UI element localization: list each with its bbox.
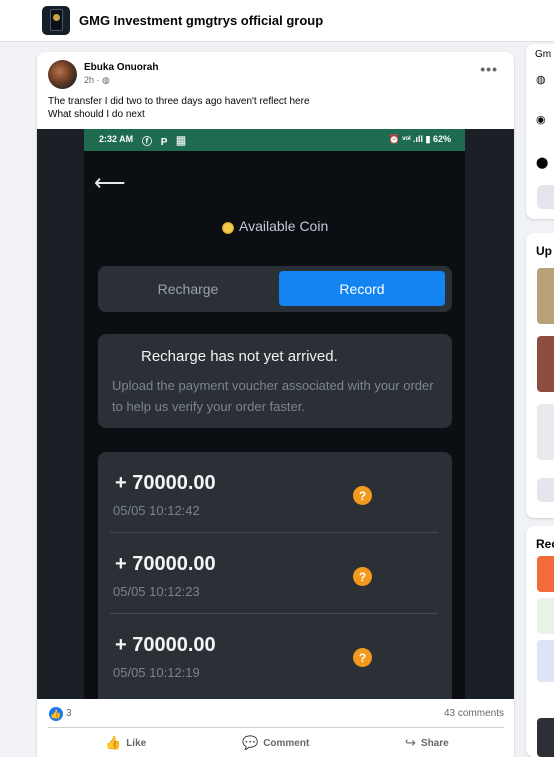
- recent-heading: Rec: [536, 537, 554, 551]
- post-text: The transfer I did two to three days ago…: [48, 95, 310, 121]
- share-label: Share: [420, 737, 449, 749]
- post-text-line: The transfer I did two to three days ago…: [48, 96, 310, 107]
- recharge-record-tabs: Recharge Record: [98, 266, 452, 312]
- available-coin-label: Available Coin: [239, 218, 329, 234]
- post-image[interactable]: 2:32 AM ⓕ P ▦ ⏰ ᵛᵒˡ .ıll ▮ 62% ⟵ Availab…: [37, 129, 514, 699]
- recent-activity-card: Rec: [526, 526, 554, 757]
- recent-media-card: Up: [526, 233, 554, 518]
- record-amount: + 70000.00: [115, 553, 216, 575]
- location-pin-icon: ⬤: [536, 157, 549, 169]
- divider: [48, 727, 504, 728]
- eye-icon: ◉: [536, 114, 546, 126]
- recent-thumbnail[interactable]: [537, 718, 554, 757]
- record-time: 05/05 10:12:19: [113, 665, 200, 680]
- post-timestamp[interactable]: 2h · ◍: [84, 75, 110, 86]
- about-card: Gm ◍ ◉ ⬤: [526, 44, 554, 219]
- globe-icon: ◍: [102, 75, 110, 85]
- media-thumbnail[interactable]: [537, 404, 554, 460]
- post-text-line: What should I do next: [48, 109, 145, 120]
- media-heading: Up: [536, 244, 552, 258]
- group-header: GMG Investment gmgtrys official group: [0, 0, 554, 42]
- record-item: + 70000.00 05/05 10:12:42 ?: [98, 452, 452, 533]
- notice-body: Upload the payment voucher associated wi…: [112, 378, 434, 414]
- record-amount: + 70000.00: [115, 472, 216, 494]
- comment-count[interactable]: 43 comments: [444, 708, 504, 719]
- author-avatar[interactable]: [48, 60, 77, 89]
- notice-title: Recharge has not yet arrived.: [141, 348, 338, 365]
- thumbs-up-icon: 👍: [105, 735, 122, 750]
- globe-icon: ◍: [536, 74, 546, 86]
- time-separator: ·: [96, 75, 100, 85]
- status-icons: ⓕ P ▦: [142, 137, 190, 148]
- recent-thumbnail[interactable]: [537, 598, 554, 634]
- group-avatar[interactable]: [42, 6, 70, 35]
- status-right: ⏰ ᵛᵒˡ .ıll ▮ 62%: [388, 134, 451, 144]
- media-thumbnail[interactable]: [537, 336, 554, 392]
- like-label: Like: [126, 737, 147, 749]
- share-arrow-icon: ↪: [405, 735, 416, 750]
- status-bar: 2:32 AM ⓕ P ▦ ⏰ ᵛᵒˡ .ıll ▮ 62%: [84, 129, 465, 151]
- help-icon: ?: [353, 648, 372, 667]
- like-button[interactable]: 👍 Like: [105, 732, 146, 754]
- post-time: 2h: [84, 75, 95, 85]
- reaction-bar: 👍 3 43 comments: [37, 703, 514, 725]
- recent-thumbnail[interactable]: [537, 640, 554, 682]
- coin-icon: [222, 222, 234, 234]
- help-icon: ?: [353, 567, 372, 586]
- recharge-notice: Recharge has not yet arrived. Upload the…: [98, 334, 452, 428]
- record-time: 05/05 10:12:23: [113, 584, 200, 599]
- more-options-icon[interactable]: •••: [480, 62, 498, 76]
- back-arrow-icon: ⟵: [94, 170, 126, 195]
- record-amount: + 70000.00: [115, 634, 216, 656]
- record-item: + 70000.00 05/05 10:12:23 ?: [98, 533, 452, 614]
- post-author[interactable]: Ebuka Onuorah: [84, 62, 158, 73]
- comment-button[interactable]: 💬 Comment: [242, 732, 309, 754]
- learn-more-button[interactable]: [537, 185, 554, 209]
- status-time: 2:32 AM: [99, 134, 134, 144]
- comment-label: Comment: [263, 737, 310, 749]
- recent-thumbnail[interactable]: [537, 556, 554, 592]
- like-reaction-icon[interactable]: 👍: [49, 707, 63, 721]
- media-thumbnail[interactable]: [537, 268, 554, 324]
- share-button[interactable]: ↪ Share: [405, 732, 449, 754]
- group-title[interactable]: GMG Investment gmgtrys official group: [79, 13, 323, 28]
- tab-record: Record: [279, 271, 445, 306]
- see-all-button[interactable]: [537, 478, 554, 502]
- tab-recharge: Recharge: [157, 281, 219, 297]
- speech-bubble-icon: 💬: [242, 735, 259, 750]
- post-card: Ebuka Onuorah 2h · ◍ ••• The transfer I …: [37, 52, 514, 757]
- about-heading: Gm: [535, 49, 552, 60]
- help-icon: ?: [353, 486, 372, 505]
- reaction-count[interactable]: 3: [66, 708, 72, 719]
- record-item: + 70000.00 05/05 10:12:19 ?: [98, 614, 452, 695]
- record-time: 05/05 10:12:42: [113, 503, 200, 518]
- phone-screenshot: 2:32 AM ⓕ P ▦ ⏰ ᵛᵒˡ .ıll ▮ 62% ⟵ Availab…: [84, 129, 465, 699]
- record-list: + 70000.00 05/05 10:12:42 ? + 70000.00 0…: [98, 452, 452, 699]
